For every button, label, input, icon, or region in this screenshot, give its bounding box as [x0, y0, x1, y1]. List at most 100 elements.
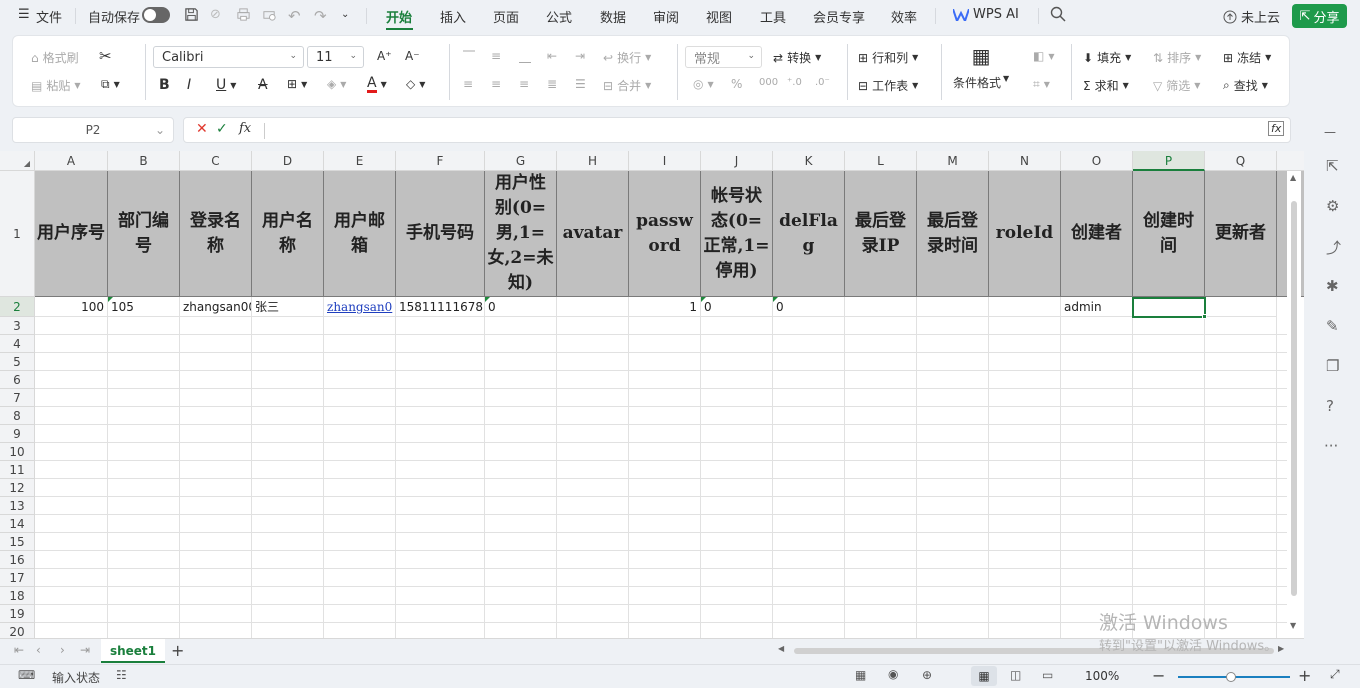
header-cell-e[interactable]: 用户邮箱 — [324, 171, 396, 297]
distributed-button[interactable]: ☰ — [575, 77, 586, 91]
tab-insert[interactable]: 插入 — [440, 7, 466, 26]
cut-button[interactable]: ✂ — [99, 47, 112, 65]
header-cell-d[interactable]: 用户名称 — [252, 171, 324, 297]
column-header-b[interactable]: B — [108, 151, 180, 171]
zoom-out-icon[interactable]: − — [1152, 666, 1165, 685]
cancel-formula-icon[interactable]: ✕ — [196, 121, 208, 137]
header-cell-c[interactable]: 登录名称 — [180, 171, 252, 297]
convert-button[interactable]: ⇄ 转换 ▼ — [773, 49, 821, 66]
column-header-d[interactable]: D — [252, 151, 324, 171]
clear-format-button[interactable]: ◇ ▼ — [406, 77, 425, 91]
workbook-view-icon[interactable]: ▦ — [855, 668, 866, 682]
expand-formula-icon[interactable]: fx — [1268, 121, 1285, 136]
vertical-scrollbar[interactable]: ▲ ▼ — [1287, 171, 1301, 636]
cell-j2[interactable]: 0 — [701, 297, 773, 317]
header-cell-b[interactable]: 部门编号 — [108, 171, 180, 297]
cell-o2[interactable]: admin — [1061, 297, 1133, 317]
zoom-slider-handle[interactable] — [1226, 672, 1236, 682]
increase-font-button[interactable]: A⁺ — [377, 49, 392, 63]
page-layout-view-icon[interactable]: ◫ — [1010, 668, 1021, 682]
column-header-q[interactable]: Q — [1205, 151, 1277, 171]
percent-button[interactable]: % — [731, 77, 742, 91]
cell-n2[interactable] — [989, 297, 1061, 317]
share-button[interactable]: ⇱ 分享 — [1292, 4, 1347, 28]
tab-view[interactable]: 视图 — [706, 7, 732, 26]
save-icon[interactable] — [184, 7, 199, 22]
cell-d2[interactable]: 张三 — [252, 297, 324, 317]
font-color-button[interactable]: A ▼ — [367, 76, 387, 93]
selected-cell-outline[interactable] — [1132, 297, 1206, 318]
border-button[interactable]: ⊞ ▼ — [287, 77, 307, 91]
sum-button[interactable]: Σ 求和 ▼ — [1083, 77, 1129, 94]
row-header-8[interactable]: 8 — [0, 407, 35, 425]
font-size-select[interactable]: 11 ⌄ — [307, 46, 364, 68]
column-header-f[interactable]: F — [396, 151, 485, 171]
number-format-select[interactable]: 常规 ⌄ — [685, 46, 762, 68]
wrap-text-button[interactable]: ↩ 换行 ▼ — [603, 49, 651, 66]
font-name-select[interactable]: Calibri ⌄ — [153, 46, 304, 68]
name-box[interactable]: P2 ⌄ — [12, 117, 174, 143]
select-cursor-icon[interactable]: ⇱ — [1326, 157, 1339, 175]
column-header-o[interactable]: O — [1061, 151, 1133, 171]
wps-ai-button[interactable]: WPS AI — [953, 7, 1019, 22]
fill-button[interactable]: ⬇ 填充 ▼ — [1083, 49, 1131, 66]
currency-button[interactable]: ◎ ▼ — [693, 77, 714, 91]
cloud-status[interactable]: 未上云 — [1222, 7, 1280, 26]
align-top-button[interactable]: ⎺ — [463, 49, 475, 64]
first-sheet-icon[interactable]: ⇤ — [14, 643, 24, 657]
row-header-12[interactable]: 12 — [0, 479, 35, 497]
cell-l2[interactable] — [845, 297, 917, 317]
print-preview-icon[interactable] — [262, 7, 277, 22]
print-icon[interactable] — [236, 7, 251, 22]
paste-button[interactable]: ▤ 粘贴 ▼ — [31, 77, 81, 94]
align-right-button[interactable]: ≡ — [519, 77, 529, 91]
next-sheet-icon[interactable]: › — [60, 643, 65, 657]
help-icon[interactable]: ? — [1326, 397, 1334, 415]
find-button[interactable]: ⌕ 查找 ▼ — [1223, 77, 1268, 94]
justify-button[interactable]: ≣ — [547, 77, 557, 91]
scroll-up-icon[interactable]: ▲ — [1290, 173, 1296, 182]
header-cell-a[interactable]: 用户序号 — [35, 171, 108, 297]
align-left-button[interactable]: ≡ — [463, 77, 473, 91]
cell-style-button[interactable]: ◧ ▼ — [1033, 49, 1055, 63]
tab-page[interactable]: 页面 — [493, 7, 519, 26]
increase-indent-button[interactable]: ⇥ — [575, 49, 585, 63]
italic-button[interactable]: I — [187, 77, 191, 93]
header-cell-j[interactable]: 帐号状态(0=正常,1=停用) — [701, 171, 773, 297]
row-header-17[interactable]: 17 — [0, 569, 35, 587]
fill-handle[interactable] — [1202, 314, 1207, 319]
zoom-slider[interactable] — [1178, 672, 1290, 682]
column-header-a[interactable]: A — [35, 151, 108, 171]
row-header-6[interactable]: 6 — [0, 371, 35, 389]
tab-data[interactable]: 数据 — [600, 7, 626, 26]
share-doc-icon[interactable]: ⊘ — [210, 7, 221, 22]
header-cell-f[interactable]: 手机号码 — [396, 171, 485, 297]
more-icon[interactable]: ··· — [1324, 437, 1338, 455]
align-bottom-button[interactable]: ⎽ — [519, 49, 531, 64]
spreadsheet-grid[interactable]: ◢ ABCDEFGHIJKLMNOPQ 1 2 3 4 5 6 7 8 9 10 11 12 13 14 1… — [0, 151, 1304, 638]
header-cell-q[interactable]: 更新者 — [1205, 171, 1277, 297]
cell-a2[interactable]: 100 — [35, 297, 108, 317]
row-header-10[interactable]: 10 — [0, 443, 35, 461]
header-cell-l[interactable]: 最后登录IP — [845, 171, 917, 297]
row-header-2[interactable]: 2 — [0, 297, 35, 317]
header-cell-o[interactable]: 创建者 — [1061, 171, 1133, 297]
tab-tools[interactable]: 工具 — [760, 7, 786, 26]
fill-color-button[interactable]: ◈ ▼ — [327, 77, 346, 91]
column-header-g[interactable]: G — [485, 151, 557, 171]
tools-icon[interactable]: ✱ — [1326, 277, 1339, 295]
column-header-c[interactable]: C — [180, 151, 252, 171]
scroll-down-icon[interactable]: ▼ — [1290, 621, 1296, 630]
tab-member[interactable]: 会员专享 — [813, 7, 865, 26]
header-cell-g[interactable]: 用户性别(0=男,1=女,2=未知) — [485, 171, 557, 297]
macro-icon[interactable]: ⌨ — [18, 668, 35, 682]
collapse-panel-icon[interactable]: — — [1324, 125, 1336, 139]
align-center-button[interactable]: ≡ — [491, 77, 501, 91]
header-cell-k[interactable]: delFlag — [773, 171, 845, 297]
row-header-15[interactable]: 15 — [0, 533, 35, 551]
decrease-decimal-button[interactable]: .0⁻ — [815, 77, 830, 88]
column-header-h[interactable]: H — [557, 151, 629, 171]
freeze-button[interactable]: ⊞ 冻结 ▼ — [1223, 49, 1271, 66]
more-quick-access-icon[interactable]: ⌄ — [341, 9, 349, 20]
form-icon[interactable]: ✎ — [1326, 317, 1339, 335]
